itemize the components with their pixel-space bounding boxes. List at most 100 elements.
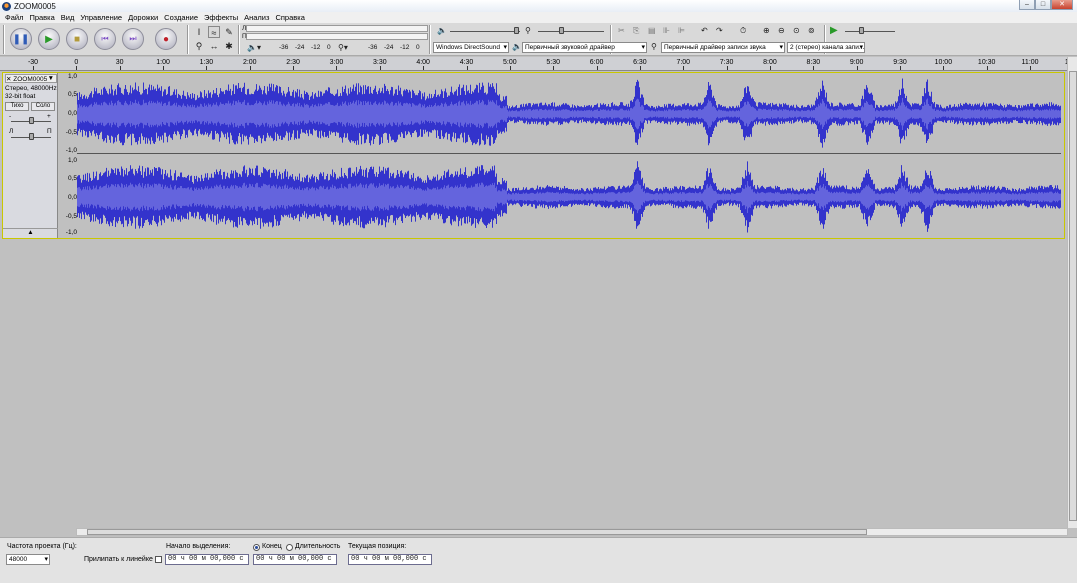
speaker-meter-icon[interactable]: 🔈▾ xyxy=(247,43,261,52)
meter-left-label: Л xyxy=(242,25,247,32)
mute-button[interactable]: Тихо xyxy=(5,102,29,111)
menu-edit[interactable]: Правка xyxy=(26,13,57,22)
ruler-tick xyxy=(293,66,295,70)
selection-tool-icon[interactable]: I xyxy=(193,26,205,38)
microphone-meter-icon[interactable]: ⚲▾ xyxy=(338,43,348,52)
project-rate-select[interactable]: 48000 xyxy=(6,554,50,565)
menu-transport[interactable]: Управление xyxy=(77,13,125,22)
skip-to-end-button[interactable]: ⏭ xyxy=(122,28,144,50)
silence-icon[interactable]: ⊫ xyxy=(678,26,685,35)
gain-slider[interactable] xyxy=(29,117,34,124)
play-speed-slider[interactable] xyxy=(859,27,864,34)
ch1-scale-neg-1: -1,0 xyxy=(65,147,77,154)
track-close-icon[interactable]: ✕ xyxy=(6,76,11,83)
playback-meter-right[interactable] xyxy=(246,33,428,40)
undo-icon[interactable]: ↶ xyxy=(701,26,708,35)
cut-icon[interactable]: ✂ xyxy=(618,26,625,35)
recording-channels-select[interactable]: 2 (стерео) канала запи... xyxy=(787,42,865,53)
end-radio[interactable] xyxy=(253,544,260,551)
horizontal-scrollbar[interactable] xyxy=(76,528,1068,536)
ch2-scale-neg-0-5: -0,5 xyxy=(65,213,77,220)
zoom-out-icon[interactable]: ⊖ xyxy=(778,26,785,35)
play-at-speed-icon[interactable]: ▶ xyxy=(830,25,838,36)
track-title-bar[interactable]: ✕ ZOOM0005 ▼ xyxy=(5,74,57,83)
ruler-tick xyxy=(509,66,511,70)
menu-effects[interactable]: Эффекты xyxy=(201,13,241,22)
ruler-tick xyxy=(986,66,988,70)
gain-minus-label: - xyxy=(9,113,12,120)
trim-icon[interactable]: ⊪ xyxy=(663,26,670,35)
ruler-label: 8:30 xyxy=(806,59,821,66)
ruler-tick xyxy=(379,66,381,70)
horizontal-scroll-thumb[interactable] xyxy=(87,529,867,535)
track-name[interactable]: ZOOM0005 xyxy=(13,76,47,83)
fit-selection-icon[interactable]: ⊙ xyxy=(793,26,800,35)
audio-track[interactable]: ✕ ZOOM0005 ▼ Стерео, 48000Hz 32-bit floa… xyxy=(2,72,1065,239)
ruler-label: 10:30 xyxy=(977,59,996,66)
zoom-tool-icon[interactable]: ⚲ xyxy=(193,40,205,52)
pan-slider[interactable] xyxy=(29,133,34,140)
time-shift-tool-icon[interactable]: ↔ xyxy=(208,40,220,52)
solo-button[interactable]: Соло xyxy=(31,102,55,111)
menu-generate[interactable]: Создание xyxy=(161,13,201,22)
input-volume-icon: ⚲ xyxy=(525,26,531,35)
ruler-tick xyxy=(466,66,468,70)
ch1-scale-1: 1,0 xyxy=(67,73,77,80)
selection-start-time[interactable]: 00 ч 00 м 00,000 с xyxy=(165,554,249,565)
selection-end-time[interactable]: 00 ч 00 м 00,000 с xyxy=(253,554,337,565)
draw-tool-icon[interactable]: ✎ xyxy=(223,26,235,38)
sync-lock-icon[interactable]: ⏱ xyxy=(740,26,746,36)
snap-to-label: Прилипать к линейке xyxy=(84,556,153,563)
ruler-label: -30 xyxy=(27,59,39,66)
close-window-button[interactable]: ✕ xyxy=(1051,0,1073,10)
menu-analyze[interactable]: Анализ xyxy=(241,13,272,22)
record-meter-scale-4: 0 xyxy=(416,44,420,51)
ruler-label: 8:00 xyxy=(763,59,777,66)
redo-icon[interactable]: ↷ xyxy=(716,26,723,35)
menu-help[interactable]: Справка xyxy=(272,13,307,22)
output-volume-slider[interactable] xyxy=(514,27,519,34)
ruler-label: 3:30 xyxy=(372,59,387,66)
menu-tracks[interactable]: Дорожки xyxy=(125,13,161,22)
ruler-label: 6:30 xyxy=(633,59,647,66)
maximize-button[interactable]: □ xyxy=(1035,0,1051,10)
timeline-ruler[interactable]: -30 0 30 1:00 1:30 2:00 2:30 3:00 3:30 4:00 4:30 5:… xyxy=(0,57,1077,71)
waveform-channel-right[interactable] xyxy=(77,157,1061,237)
end-label: Конец xyxy=(262,543,282,550)
pause-button[interactable]: ❚❚ xyxy=(10,28,32,50)
vertical-scroll-thumb[interactable] xyxy=(1069,71,1077,521)
vertical-scrollbar[interactable] xyxy=(1067,57,1077,528)
stop-button[interactable]: ■ xyxy=(66,28,88,50)
playback-meter-scale-3: -12 xyxy=(311,44,321,51)
playback-device-select[interactable]: Первичный звуковой драйвер xyxy=(522,42,647,53)
waveform-channel-left[interactable] xyxy=(77,74,1061,154)
paste-icon[interactable]: ▤ xyxy=(648,26,656,35)
multi-tool-icon[interactable]: ✱ xyxy=(223,40,235,52)
envelope-tool-icon[interactable]: ≈ xyxy=(208,26,220,38)
ch1-scale-neg-0-5: -0,5 xyxy=(65,129,77,136)
collapse-track-button[interactable]: ▲ xyxy=(3,228,58,237)
length-radio[interactable] xyxy=(286,544,293,551)
record-button[interactable]: ● xyxy=(155,28,177,50)
skip-to-start-button[interactable]: ⏮ xyxy=(94,28,116,50)
ruler-tick xyxy=(856,66,858,70)
track-menu-dropdown-icon[interactable]: ▼ xyxy=(48,75,54,82)
copy-icon[interactable]: ⎘ xyxy=(633,26,639,36)
ruler-tick xyxy=(639,66,641,70)
audio-host-select[interactable]: Windows DirectSound xyxy=(433,42,509,53)
menu-view[interactable]: Вид xyxy=(58,13,78,22)
menu-file[interactable]: Файл xyxy=(2,13,26,22)
input-volume-slider[interactable] xyxy=(559,27,564,34)
snap-to-checkbox[interactable] xyxy=(155,556,162,563)
audacity-app-icon xyxy=(2,1,11,11)
playback-meter-left[interactable] xyxy=(246,25,428,32)
ruler-tick xyxy=(596,66,598,70)
fit-project-icon[interactable]: ⊚ xyxy=(808,26,815,35)
play-button[interactable]: ▶ xyxy=(38,28,60,50)
ruler-tick xyxy=(553,66,555,70)
minimize-button[interactable]: – xyxy=(1019,0,1035,10)
audio-position-time[interactable]: 00 ч 00 м 00,000 с xyxy=(348,554,432,565)
recording-device-select[interactable]: Первичный драйвер записи звука xyxy=(661,42,785,53)
zoom-in-icon[interactable]: ⊕ xyxy=(763,26,770,35)
ruler-tick xyxy=(336,66,338,70)
